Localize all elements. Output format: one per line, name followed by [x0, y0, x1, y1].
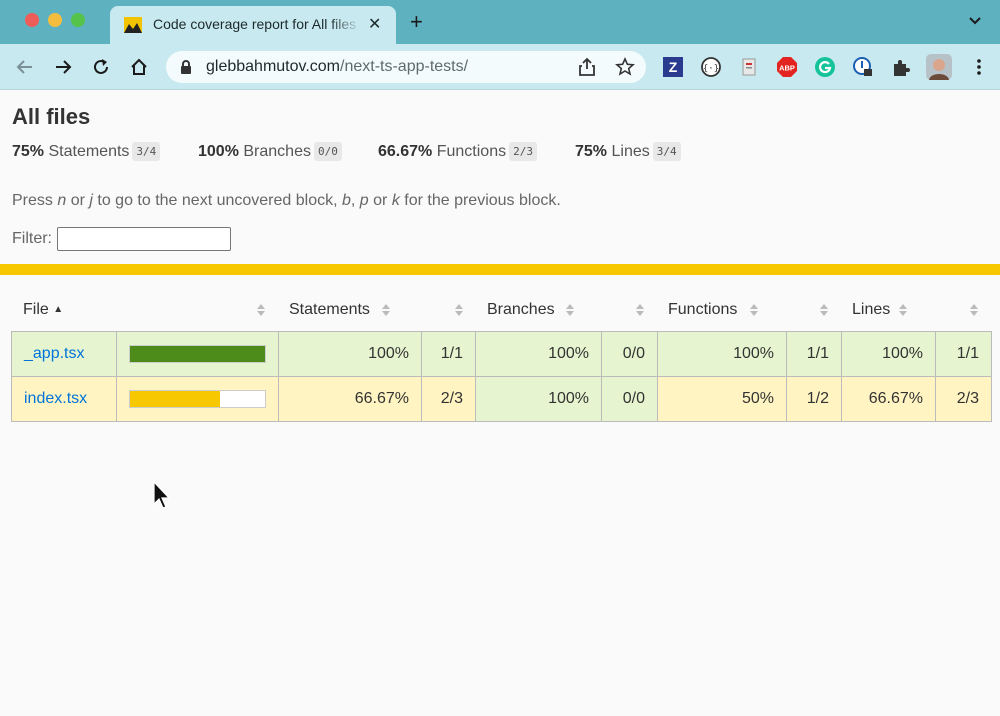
branches-abs: 0/0	[601, 376, 658, 422]
statements-pct: 100%	[278, 331, 422, 377]
column-header-lines[interactable]: Lines	[852, 301, 890, 319]
sort-icon[interactable]	[257, 304, 265, 316]
zotero-icon[interactable]: Z	[662, 56, 684, 78]
forward-icon[interactable]	[52, 56, 74, 78]
json-viewer-icon[interactable]: {·}	[700, 56, 722, 78]
lock-icon[interactable]	[179, 59, 193, 75]
share-icon[interactable]	[578, 57, 596, 77]
statements-abs: 1/1	[421, 331, 476, 377]
url-text[interactable]: glebbahmutov.com/next-ts-app-tests/	[206, 58, 468, 76]
favicon-icon	[124, 17, 142, 33]
file-link[interactable]: _app.tsx	[24, 345, 84, 362]
adblock-plus-icon[interactable]: ABP	[776, 56, 798, 78]
tab-search-icon[interactable]	[968, 13, 982, 27]
maximize-window-button[interactable]	[71, 13, 85, 27]
summary-branches: 100% Branches 0/0	[198, 142, 342, 162]
summary-fraction: 2/3	[509, 142, 537, 161]
puzzle-icon[interactable]	[890, 56, 912, 78]
clipboard-icon[interactable]	[738, 56, 760, 78]
column-header-file[interactable]: File ▲	[23, 301, 63, 319]
column-header-statements[interactable]: Statements	[289, 301, 370, 319]
table-row: index.tsx 66.67% 2/3 100% 0/0 50% 1/2 66…	[11, 376, 992, 422]
sort-icon[interactable]	[382, 304, 390, 316]
tab-strip: Code coverage report for All files ✕ +	[0, 0, 1000, 44]
page-title: All files	[12, 104, 91, 129]
file-link[interactable]: index.tsx	[24, 390, 87, 407]
summary-fraction: 3/4	[652, 142, 681, 161]
coverage-bar-fill	[130, 346, 265, 362]
summary-statements: 75% Statements 3/4	[12, 142, 161, 162]
svg-text:ABP: ABP	[779, 64, 795, 73]
lines-pct: 66.67%	[841, 376, 936, 422]
summary-fraction: 0/0	[313, 142, 342, 161]
lines-abs: 2/3	[935, 376, 992, 422]
minimize-window-button[interactable]	[48, 13, 62, 27]
functions-pct: 50%	[657, 376, 787, 422]
password-manager-icon[interactable]	[852, 56, 874, 78]
mouse-cursor-icon	[153, 481, 170, 509]
new-tab-button[interactable]: +	[410, 9, 423, 35]
grammarly-icon[interactable]	[814, 56, 836, 78]
branches-pct: 100%	[475, 376, 602, 422]
coverage-report-page: All files 75% Statements 3/4 100% Branche…	[0, 91, 1000, 716]
sort-icon[interactable]	[970, 304, 978, 316]
sort-ascending-icon: ▲	[53, 304, 64, 315]
reload-icon[interactable]	[90, 56, 112, 78]
column-header-branches[interactable]: Branches	[487, 301, 555, 319]
sort-icon[interactable]	[455, 304, 463, 316]
tab-close-icon[interactable]: ✕	[368, 14, 381, 34]
sort-icon[interactable]	[636, 304, 644, 316]
svg-text:Z: Z	[669, 59, 678, 75]
bookmark-star-icon[interactable]	[615, 57, 635, 77]
menu-kebab-icon[interactable]	[968, 56, 990, 78]
summary-lines: 75% Lines 3/4	[575, 142, 681, 162]
coverage-bar	[129, 345, 266, 363]
close-window-button[interactable]	[25, 13, 39, 27]
avatar[interactable]	[926, 54, 952, 80]
coverage-table: _app.tsx 100% 1/1 100% 0/0 100% 1/1 100%…	[11, 331, 992, 422]
column-header-functions[interactable]: Functions	[668, 301, 737, 319]
coverage-bar	[129, 390, 266, 408]
sort-icon[interactable]	[750, 304, 758, 316]
back-icon[interactable]	[14, 56, 36, 78]
functions-abs: 1/1	[786, 331, 842, 377]
tab-title: Code coverage report for All files	[153, 16, 357, 32]
sort-icon[interactable]	[899, 304, 907, 316]
summary-functions: 66.67% Functions 2/3	[378, 142, 537, 162]
functions-pct: 100%	[657, 331, 787, 377]
address-bar[interactable]: glebbahmutov.com/next-ts-app-tests/	[166, 51, 646, 83]
filter-input[interactable]	[57, 227, 231, 251]
sort-icon[interactable]	[820, 304, 828, 316]
svg-text:{·}: {·}	[703, 64, 719, 74]
statements-pct: 66.67%	[278, 376, 422, 422]
filter-label: Filter:	[12, 230, 52, 247]
lines-pct: 100%	[841, 331, 936, 377]
table-row: _app.tsx 100% 1/1 100% 0/0 100% 1/1 100%…	[11, 331, 992, 377]
functions-abs: 1/2	[786, 376, 842, 422]
statements-abs: 2/3	[421, 376, 476, 422]
keyboard-hint: Press n or j to go to the next uncovered…	[12, 192, 561, 209]
browser-toolbar: glebbahmutov.com/next-ts-app-tests/ Z {·…	[0, 44, 1000, 90]
branches-abs: 0/0	[601, 331, 658, 377]
home-icon[interactable]	[128, 56, 150, 78]
lines-abs: 1/1	[935, 331, 992, 377]
browser-tab[interactable]: Code coverage report for All files ✕	[110, 6, 396, 44]
branches-pct: 100%	[475, 331, 602, 377]
sort-icon[interactable]	[566, 304, 574, 316]
coverage-status-bar	[0, 264, 1000, 275]
summary-fraction: 3/4	[132, 142, 161, 161]
coverage-bar-fill	[130, 391, 220, 407]
